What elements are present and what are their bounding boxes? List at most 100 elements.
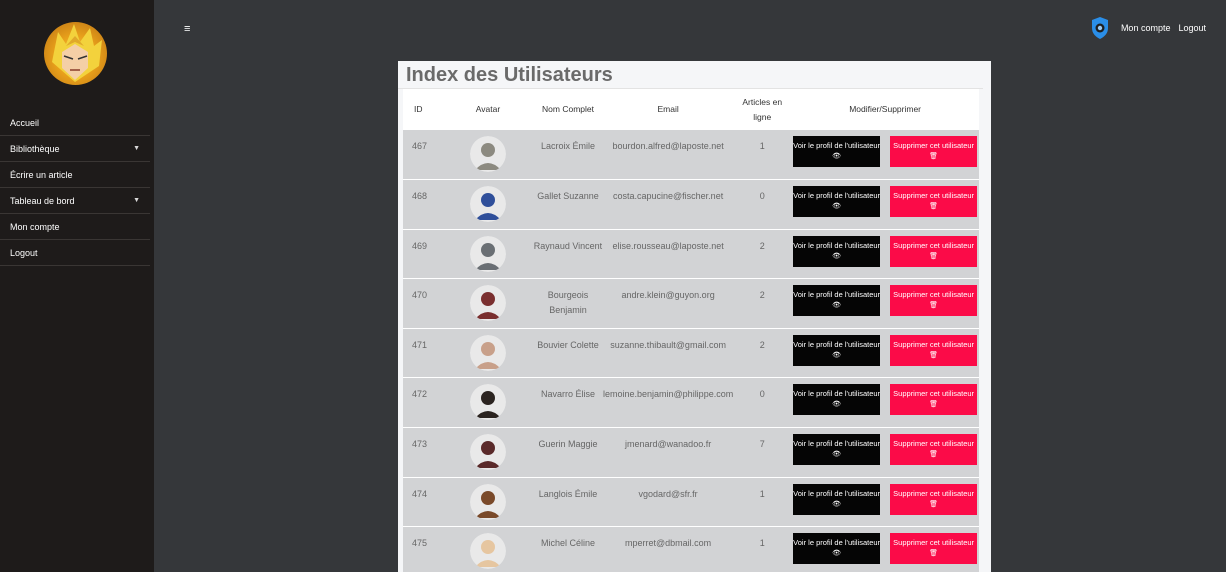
cell-name: Bourgeois Benjamin: [547, 290, 589, 316]
user-avatar: [470, 136, 506, 172]
delete-user-button[interactable]: Supprimer cet utilisateur 🗑: [890, 384, 978, 416]
account-link[interactable]: Mon compte: [1121, 23, 1171, 33]
sidebar-item-label: Logout: [10, 247, 38, 258]
sidebar-item-accueil[interactable]: Accueil: [0, 110, 150, 136]
delete-user-button[interactable]: Supprimer cet utilisateur 🗑: [890, 186, 978, 218]
cell-articles: 2: [759, 240, 765, 251]
view-profile-label: Voir le profil de l'utilisateur: [793, 339, 881, 349]
page-title: Index des Utilisateurs: [398, 61, 983, 89]
cell-articles: 1: [759, 538, 765, 549]
cell-email: jmenard@wanadoo.fr: [625, 439, 712, 450]
cell-avatar: [443, 527, 533, 572]
view-profile-button[interactable]: Voir le profil de l'utilisateur 👁: [793, 235, 881, 267]
cell-name: Langlois Émile: [538, 488, 598, 499]
cell-id: 470: [412, 290, 428, 301]
delete-user-button[interactable]: Supprimer cet utilisateur 🗑: [890, 285, 978, 317]
cell-actions: Voir le profil de l'utilisateur 👁 Supprim…: [791, 229, 979, 279]
cell-id: 473: [412, 439, 428, 450]
table-row: 469 Raynaud Vincent elise.rousseau@lapos…: [403, 229, 979, 279]
cell-id: 474: [412, 488, 428, 499]
cell-articles: 7: [759, 439, 765, 450]
caret-down-icon: ▼: [133, 197, 140, 204]
cell-actions: Voir le profil de l'utilisateur 👁 Supprim…: [791, 428, 979, 478]
view-profile-button[interactable]: Voir le profil de l'utilisateur 👁: [793, 136, 881, 167]
delete-user-label: Supprimer cet utilisateur: [893, 339, 975, 349]
delete-user-button[interactable]: Supprimer cet utilisateur 🗑: [890, 334, 978, 366]
cell-id: 469: [412, 240, 428, 251]
view-profile-button[interactable]: Voir le profil de l'utilisateur 👁: [793, 483, 881, 515]
cell-email: elise.rousseau@laposte.net: [612, 240, 724, 251]
cell-id: 472: [412, 389, 428, 400]
view-profile-button[interactable]: Voir le profil de l'utilisateur 👁: [793, 285, 881, 317]
trash-icon: 🗑: [929, 203, 939, 211]
eye-icon: 👁: [832, 451, 842, 459]
column-header-id: ID: [403, 89, 443, 130]
view-profile-label: Voir le profil de l'utilisateur: [793, 389, 881, 399]
cell-articles: 1: [759, 141, 765, 151]
view-profile-button[interactable]: Voir le profil de l'utilisateur 👁: [793, 186, 881, 218]
sidebar-item-label: Mon compte: [10, 221, 60, 232]
view-profile-label: Voir le profil de l'utilisateur: [793, 191, 881, 201]
delete-user-label: Supprimer cet utilisateur: [893, 538, 975, 548]
user-avatar: [470, 334, 506, 371]
users-table: ID Avatar Nom Complet Email Articles en …: [403, 89, 979, 572]
view-profile-button[interactable]: Voir le profil de l'utilisateur 👁: [793, 384, 881, 416]
view-profile-button[interactable]: Voir le profil de l'utilisateur 👁: [793, 334, 881, 366]
cell-actions: Voir le profil de l'utilisateur 👁 Supprim…: [791, 527, 979, 572]
sidebar-item-label: Accueil: [10, 117, 40, 128]
user-avatar: [470, 186, 506, 223]
delete-user-button[interactable]: Supprimer cet utilisateur 🗑: [890, 235, 978, 267]
eye-icon: 👁: [832, 500, 842, 508]
table-header-row: ID Avatar Nom Complet Email Articles en …: [403, 89, 979, 130]
cell-name: Bouvier Colette: [537, 339, 599, 350]
delete-user-button[interactable]: Supprimer cet utilisateur 🗑: [890, 434, 978, 466]
delete-user-label: Supprimer cet utilisateur: [893, 488, 975, 498]
cell-articles: 0: [759, 389, 765, 400]
logout-link[interactable]: Logout: [1178, 23, 1206, 33]
cell-avatar: [443, 328, 533, 378]
cell-name: Navarro Élise: [540, 389, 596, 400]
delete-user-button[interactable]: Supprimer cet utilisateur 🗑: [890, 533, 978, 565]
caret-down-icon: ▼: [133, 145, 140, 152]
cell-email: andre.klein@guyon.org: [621, 290, 715, 301]
user-avatar: [470, 384, 506, 421]
sidebar-item-logout[interactable]: Logout: [0, 240, 150, 266]
user-avatar: [470, 434, 506, 471]
delete-user-button[interactable]: Supprimer cet utilisateur 🗑: [890, 136, 978, 167]
trash-icon: 🗑: [929, 351, 939, 359]
cell-articles: 2: [759, 339, 765, 350]
cell-name: Michel Céline: [540, 538, 596, 549]
view-profile-label: Voir le profil de l'utilisateur: [793, 439, 881, 449]
delete-user-label: Supprimer cet utilisateur: [893, 141, 975, 150]
sidebar-item-label: Écrire un article: [10, 169, 73, 180]
cell-articles: 2: [759, 290, 765, 301]
column-header-articles: Articles en ligne: [733, 89, 792, 130]
view-profile-label: Voir le profil de l'utilisateur: [793, 488, 881, 498]
user-avatar: [470, 235, 506, 272]
cell-avatar: [443, 378, 533, 428]
view-profile-label: Voir le profil de l'utilisateur: [793, 538, 881, 548]
trash-icon: 🗑: [929, 401, 939, 409]
delete-user-label: Supprimer cet utilisateur: [893, 240, 975, 250]
delete-user-button[interactable]: Supprimer cet utilisateur 🗑: [890, 483, 978, 515]
sidebar: Accueil Bibliothèque ▼ Écrire un article…: [0, 0, 154, 572]
sidebar-item-ecrire-article[interactable]: Écrire un article: [0, 162, 150, 188]
sidebar-item-tableau-de-bord[interactable]: Tableau de bord ▼: [0, 188, 150, 214]
sidebar-item-label: Bibliothèque: [10, 143, 60, 154]
sidebar-item-bibliotheque[interactable]: Bibliothèque ▼: [0, 136, 150, 162]
cell-avatar: [443, 428, 533, 478]
user-avatar: [470, 285, 506, 322]
sidebar-item-mon-compte[interactable]: Mon compte: [0, 214, 150, 240]
column-header-avatar: Avatar: [443, 89, 533, 130]
hamburger-icon[interactable]: ≡: [184, 24, 190, 35]
cell-actions: Voir le profil de l'utilisateur 👁 Supprim…: [791, 130, 979, 180]
cell-name: Guerin Maggie: [538, 439, 598, 450]
cell-actions: Voir le profil de l'utilisateur 👁 Supprim…: [791, 279, 979, 329]
table-row: 467 Lacroix Émile bourdon.alfred@laposte…: [403, 130, 979, 180]
view-profile-button[interactable]: Voir le profil de l'utilisateur 👁: [793, 434, 881, 466]
cell-email: lemoine.benjamin@philippe.com: [603, 389, 734, 400]
cell-email: mperret@dbmail.com: [625, 538, 712, 549]
delete-user-label: Supprimer cet utilisateur: [893, 290, 975, 300]
view-profile-button[interactable]: Voir le profil de l'utilisateur 👁: [793, 533, 881, 565]
cell-actions: Voir le profil de l'utilisateur 👁 Supprim…: [791, 180, 979, 230]
